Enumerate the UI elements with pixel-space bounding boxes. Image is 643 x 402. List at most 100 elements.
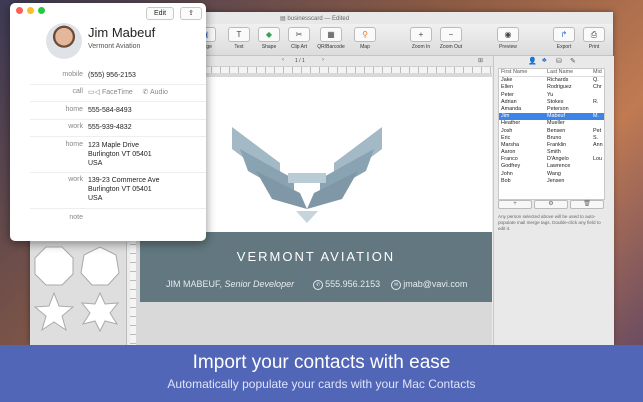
zoom-in-icon: + xyxy=(410,27,432,42)
table-cell: John xyxy=(501,170,513,177)
person-icon[interactable]: 👤 xyxy=(528,57,537,65)
table-cell: Heather xyxy=(501,120,521,127)
table-cell: Adrian xyxy=(501,98,517,105)
table-cell: Stokes xyxy=(547,98,564,105)
table-cell: Richards xyxy=(547,77,569,84)
heptagon-shape[interactable] xyxy=(80,246,120,286)
table-cell: Amanda xyxy=(501,105,522,112)
table-cell: Jake xyxy=(501,77,513,84)
banner-headline: Import your contacts with ease xyxy=(192,352,451,373)
edit-button[interactable]: Edit xyxy=(146,7,174,20)
table-row[interactable]: Josh Bensen Pet xyxy=(499,128,604,135)
prev-page-button[interactable]: ‹ xyxy=(282,57,284,63)
table-cell: Rodriguez xyxy=(547,84,572,91)
share-icon[interactable]: ⇪ xyxy=(180,7,202,20)
next-page-button[interactable]: › xyxy=(322,57,324,63)
pencil-icon[interactable]: ✎ xyxy=(570,57,576,65)
table-row[interactable]: Adrian Stokes R. xyxy=(499,99,604,106)
table-row[interactable]: Jim Mabeuf M. xyxy=(499,113,604,121)
merge-help-text: Any person selected above will be used t… xyxy=(498,214,601,231)
table-cell: Chr xyxy=(593,84,602,91)
table-cell: Peterson xyxy=(547,105,569,112)
work-phone-value[interactable]: 555-939-4832 xyxy=(88,123,132,132)
delete-contact-button[interactable]: 🗑 xyxy=(570,200,604,209)
mail-icon: ✉ xyxy=(391,279,402,290)
facetime-button[interactable]: FaceTime xyxy=(102,89,133,96)
audio-call-button[interactable]: Audio xyxy=(150,89,168,96)
table-cell: Marsha xyxy=(501,141,519,148)
table-cell: Bensen xyxy=(547,127,566,134)
table-row[interactable]: John Wang xyxy=(499,171,604,178)
toolbar-text-button[interactable]: T Text xyxy=(222,27,256,50)
star5-shape[interactable] xyxy=(34,292,74,332)
settings-gear-button[interactable]: ⚙ xyxy=(534,200,568,209)
note-field[interactable] xyxy=(88,214,188,223)
database-icon[interactable]: ⛁ xyxy=(556,57,562,65)
table-cell: Yu xyxy=(547,91,554,98)
text-icon: T xyxy=(228,27,250,42)
map-pin-icon: ⚲ xyxy=(354,27,376,42)
contacts-group-icon[interactable]: ♣ xyxy=(542,57,547,64)
table-row[interactable]: Heather Mueller xyxy=(499,120,604,127)
toolbar-clipart-button[interactable]: ✂ Clip Art xyxy=(282,27,316,50)
table-row[interactable]: Peter Yu xyxy=(499,92,604,99)
table-row[interactable]: Marsha Franklin Ann xyxy=(499,142,604,149)
eye-icon: ◉ xyxy=(497,27,519,42)
work-address-value[interactable]: 139-23 Commerce Ave Burlington VT 05401 … xyxy=(88,176,159,203)
mobile-value[interactable]: (555) 956-2153 xyxy=(88,71,136,80)
table-cell: R. xyxy=(593,98,599,105)
add-contact-button[interactable]: + xyxy=(498,200,532,209)
phone-icon: ✆ xyxy=(313,279,324,290)
table-cell: Jim xyxy=(501,113,510,120)
shape-palette xyxy=(30,242,127,345)
toolbar-shape-button[interactable]: ◆ Shape xyxy=(252,27,286,50)
card-role: Senior Developer xyxy=(224,279,295,289)
toolbar-map-button[interactable]: ⚲ Map xyxy=(348,27,382,50)
table-row[interactable]: Godfrey Lawrence xyxy=(499,163,604,170)
table-row[interactable]: Franco D'Angelo Lou xyxy=(499,156,604,163)
zoom-out-icon: − xyxy=(440,27,462,42)
toolbar-export-button[interactable]: ↱ Export xyxy=(547,27,581,50)
card-email: jmab@vavi.com xyxy=(403,279,468,289)
table-cell: Aaron xyxy=(501,149,516,156)
avatar xyxy=(46,23,82,59)
table-cell: Bruno xyxy=(547,134,562,141)
table-cell: S. xyxy=(593,134,599,141)
table-cell: Pet xyxy=(593,127,602,134)
star6-shape[interactable] xyxy=(80,292,120,332)
shape-icon: ◆ xyxy=(258,27,280,42)
table-cell: Q. xyxy=(593,77,599,84)
minimize-window-button[interactable] xyxy=(27,7,34,14)
home-phone-value[interactable]: 555-584-8493 xyxy=(88,106,132,115)
qr-icon: ▦ xyxy=(320,27,342,42)
toolbar-print-button[interactable]: ⎙ Print xyxy=(577,27,611,50)
table-cell: D'Angelo xyxy=(547,156,569,163)
table-row[interactable]: Aaron Smith xyxy=(499,149,604,156)
table-row[interactable]: Eric Bruno S. xyxy=(499,135,604,142)
zoom-window-button[interactable] xyxy=(38,7,45,14)
table-row[interactable]: Ellen Rodriguez Chr xyxy=(499,84,604,91)
table-row[interactable]: Amanda Peterson xyxy=(499,106,604,113)
contact-organization: Vermont Aviation xyxy=(88,43,141,50)
close-window-button[interactable] xyxy=(16,7,23,14)
card-info-band xyxy=(140,232,492,302)
video-camera-icon: ▭◁ xyxy=(88,89,100,96)
table-cell: Ellen xyxy=(501,84,513,91)
table-cell: Mueller xyxy=(547,120,565,127)
toggle-panel-icon[interactable]: ⊞ xyxy=(478,57,483,64)
printer-icon: ⎙ xyxy=(583,27,605,42)
contacts-table[interactable]: First Name Last Name Mid Jake Richards Q. E… xyxy=(498,68,605,200)
table-cell: Franco xyxy=(501,156,518,163)
table-cell: Bob xyxy=(501,177,511,184)
toolbar-qr-button[interactable]: ▦ QR/Barcode xyxy=(314,27,348,50)
table-cell: Wang xyxy=(547,170,561,177)
toolbar-zoom-out-button[interactable]: − Zoom Out xyxy=(434,27,468,50)
table-row[interactable]: Bob Jensen xyxy=(499,178,604,185)
toolbar-zoom-in-button[interactable]: + Zoom In xyxy=(404,27,438,50)
table-cell: Lou xyxy=(593,156,602,163)
octagon-shape[interactable] xyxy=(34,246,74,286)
home-address-value[interactable]: 123 Maple Drive Burlington VT 05401 USA xyxy=(88,141,152,168)
table-row[interactable]: Jake Richards Q. xyxy=(499,77,604,84)
toolbar-preview-button[interactable]: ◉ Preview xyxy=(491,27,525,50)
edited-status: — Edited xyxy=(324,16,350,22)
